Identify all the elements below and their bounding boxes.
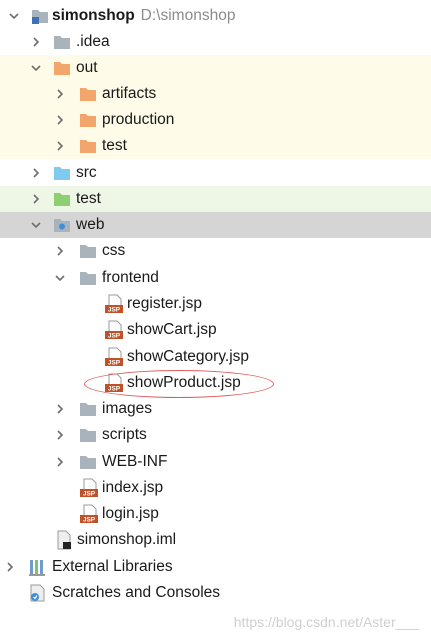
tree-row-showcart[interactable]: showCart.jsp [0, 317, 431, 343]
folder-icon [78, 452, 98, 472]
chevron-right-icon[interactable] [54, 245, 66, 257]
chevron-down-icon[interactable] [30, 62, 42, 74]
web-folder-icon [52, 215, 72, 235]
chevron-down-icon[interactable] [30, 219, 42, 231]
source-folder-icon [52, 163, 72, 183]
tree-row-webinf[interactable]: WEB-INF [0, 449, 431, 475]
tree-row-showcategory[interactable]: showCategory.jsp [0, 344, 431, 370]
chevron-right-icon[interactable] [54, 114, 66, 126]
chevron-right-icon[interactable] [4, 561, 16, 573]
tree-row-test[interactable]: test [0, 186, 431, 212]
tree-row-scripts[interactable]: scripts [0, 422, 431, 448]
tree-label: .idea [76, 33, 110, 50]
tree-row-css[interactable]: css [0, 238, 431, 264]
jsp-file-icon [79, 478, 99, 498]
module-folder-icon [30, 6, 50, 26]
tree-label: src [76, 164, 97, 181]
tree-row-external-libraries[interactable]: External Libraries [0, 554, 431, 580]
tree-label: showProduct.jsp [127, 374, 241, 391]
chevron-down-icon[interactable] [54, 272, 66, 284]
tree-row-login[interactable]: login.jsp [0, 501, 431, 527]
tree-row-scratches[interactable]: Scratches and Consoles [0, 580, 431, 606]
tree-label: External Libraries [52, 558, 173, 575]
tree-row-out-test[interactable]: test [0, 133, 431, 159]
tree-label: out [76, 59, 98, 76]
tree-row-showproduct[interactable]: showProduct.jsp [0, 370, 431, 396]
chevron-right-icon[interactable] [54, 140, 66, 152]
excluded-folder-icon [78, 136, 98, 156]
excluded-folder-icon [52, 58, 72, 78]
tree-label: test [76, 190, 101, 207]
folder-icon [78, 241, 98, 261]
tree-row-out[interactable]: out [0, 55, 431, 81]
tree-row-iml[interactable]: simonshop.iml [0, 527, 431, 553]
jsp-file-icon [104, 294, 124, 314]
tree-row-project[interactable]: simonshop D:\simonshop [0, 3, 431, 29]
tree-label: artifacts [102, 85, 157, 102]
tree-row-artifacts[interactable]: artifacts [0, 81, 431, 107]
jsp-file-icon [104, 347, 124, 367]
tree-label: css [102, 242, 126, 259]
tree-row-production[interactable]: production [0, 107, 431, 133]
tree-label: showCategory.jsp [127, 348, 250, 365]
folder-icon [52, 32, 72, 52]
library-icon [28, 557, 48, 577]
jsp-file-icon [79, 504, 99, 524]
folder-icon [78, 399, 98, 419]
tree-row-images[interactable]: images [0, 396, 431, 422]
watermark: https://blog.csdn.net/Aster___ [233, 614, 419, 630]
tree-label: register.jsp [127, 295, 202, 312]
tree-label: WEB-INF [102, 453, 168, 470]
tree-row-register[interactable]: register.jsp [0, 291, 431, 317]
tree-row-src[interactable]: src [0, 160, 431, 186]
tree-label: frontend [102, 269, 159, 286]
tree-row-index[interactable]: index.jsp [0, 475, 431, 501]
tree-label: Scratches and Consoles [52, 584, 221, 601]
tree-label: production [102, 111, 175, 128]
chevron-right-icon[interactable] [54, 429, 66, 441]
chevron-right-icon[interactable] [30, 36, 42, 48]
chevron-down-icon[interactable] [8, 10, 20, 22]
project-path: D:\simonshop [140, 7, 236, 24]
folder-icon [78, 425, 98, 445]
tree-row-web[interactable]: web [0, 212, 431, 238]
project-name: simonshop [52, 7, 135, 24]
tree-row-idea[interactable]: .idea [0, 29, 431, 55]
jsp-file-icon [104, 373, 124, 393]
tree-label: login.jsp [102, 505, 159, 522]
chevron-right-icon[interactable] [54, 88, 66, 100]
tree-label: showCart.jsp [127, 321, 217, 338]
tree-label: index.jsp [102, 479, 164, 496]
excluded-folder-icon [78, 110, 98, 130]
tree-row-frontend[interactable]: frontend [0, 265, 431, 291]
scratch-icon [28, 583, 48, 603]
chevron-right-icon[interactable] [54, 456, 66, 468]
excluded-folder-icon [78, 84, 98, 104]
chevron-right-icon[interactable] [30, 193, 42, 205]
folder-icon [78, 268, 98, 288]
jsp-file-icon [104, 320, 124, 340]
tree-label: scripts [102, 426, 147, 443]
tree-label: images [102, 400, 152, 417]
tree-label: test [102, 137, 127, 154]
test-folder-icon [52, 189, 72, 209]
chevron-right-icon[interactable] [54, 403, 66, 415]
tree-label: simonshop.iml [77, 531, 177, 548]
project-label: simonshop D:\simonshop [52, 7, 235, 25]
iml-file-icon [54, 530, 74, 550]
tree-label: web [76, 216, 105, 233]
chevron-right-icon[interactable] [30, 167, 42, 179]
